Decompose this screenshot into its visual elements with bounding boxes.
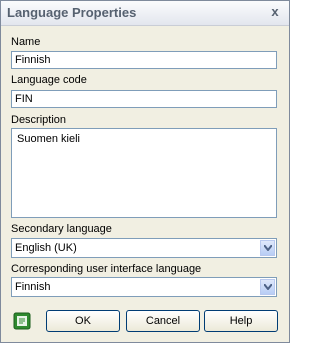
description-textarea[interactable]: Suomen kieli: [11, 128, 277, 218]
language-code-label: Language code: [11, 74, 87, 86]
language-code-field[interactable]: FIN: [11, 90, 277, 108]
chevron-down-icon[interactable]: [260, 279, 275, 295]
ui-language-select[interactable]: Finnish: [11, 277, 277, 297]
close-icon[interactable]: x: [267, 4, 283, 20]
chevron-down-icon[interactable]: [260, 240, 275, 256]
cancel-button[interactable]: Cancel: [126, 310, 200, 332]
help-button[interactable]: Help: [204, 310, 278, 332]
name-field[interactable]: Finnish: [11, 51, 277, 69]
ui-language-value: Finnish: [15, 281, 51, 293]
dialog-title: Language Properties: [7, 5, 137, 20]
name-label: Name: [11, 36, 41, 48]
language-properties-dialog: Language Properties x Name Finnish Langu…: [0, 0, 290, 343]
title-bar: Language Properties x: [1, 1, 289, 26]
ok-button[interactable]: OK: [46, 310, 120, 332]
secondary-language-label: Secondary language: [11, 223, 112, 235]
book-icon[interactable]: [12, 311, 32, 331]
ui-language-label: Corresponding user interface language: [11, 263, 202, 275]
secondary-language-value: English (UK): [15, 242, 77, 254]
secondary-language-select[interactable]: English (UK): [11, 238, 277, 258]
description-label: Description: [11, 114, 67, 126]
